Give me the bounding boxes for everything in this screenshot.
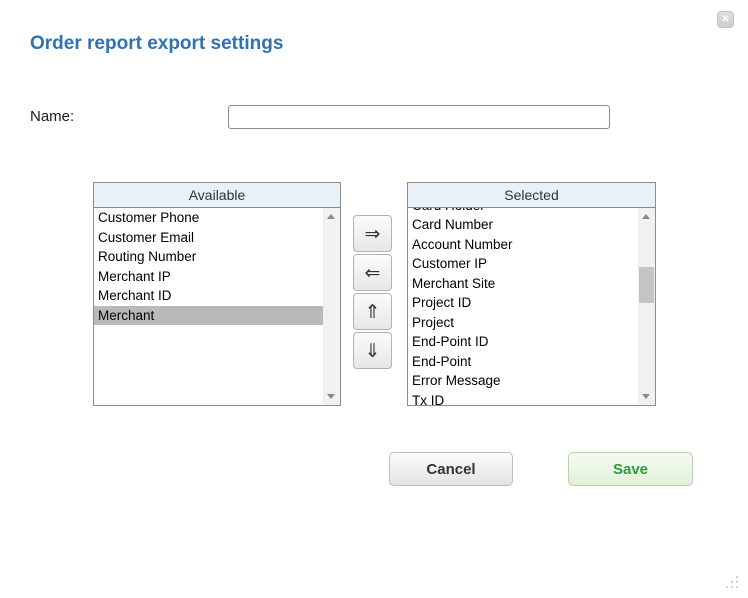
- transfer-buttons: ⇒ ⇐ ⇑ ⇓: [353, 215, 392, 369]
- move-down-button[interactable]: ⇓: [353, 332, 392, 369]
- list-item[interactable]: Routing Number: [94, 247, 323, 267]
- list-item[interactable]: Project ID: [408, 293, 638, 313]
- save-button[interactable]: Save: [568, 452, 693, 486]
- selected-listbox: Selected Card HolderCard NumberAccount N…: [407, 182, 656, 406]
- list-item[interactable]: Merchant ID: [94, 286, 323, 306]
- vertical-scrollbar[interactable]: [323, 208, 340, 405]
- page-title: Order report export settings: [30, 33, 283, 55]
- scroll-down-icon[interactable]: [638, 389, 655, 405]
- order-report-export-dialog: ✕ Order report export settings Name: Ava…: [0, 0, 748, 598]
- list-item[interactable]: End-Point: [408, 352, 638, 372]
- move-up-button[interactable]: ⇑: [353, 293, 392, 330]
- list-item[interactable]: Merchant Site: [408, 274, 638, 294]
- available-listbox: Available Customer PhoneCustomer EmailRo…: [93, 182, 341, 406]
- name-label: Name:: [30, 108, 74, 125]
- selected-list[interactable]: Card HolderCard NumberAccount NumberCust…: [408, 208, 655, 405]
- cancel-button[interactable]: Cancel: [389, 452, 513, 486]
- list-item[interactable]: Card Number: [408, 215, 638, 235]
- scroll-up-icon[interactable]: [638, 208, 655, 224]
- move-left-button[interactable]: ⇐: [353, 254, 392, 291]
- resize-grip-icon[interactable]: [736, 586, 738, 588]
- list-item[interactable]: Tx ID: [408, 391, 638, 406]
- available-list[interactable]: Customer PhoneCustomer EmailRouting Numb…: [94, 208, 340, 405]
- list-item[interactable]: Customer Email: [94, 228, 323, 248]
- vertical-scrollbar[interactable]: [638, 208, 655, 405]
- scroll-up-icon[interactable]: [323, 208, 340, 224]
- name-input[interactable]: [228, 105, 610, 129]
- close-icon[interactable]: ✕: [717, 11, 734, 28]
- list-item[interactable]: Merchant: [94, 306, 323, 326]
- list-item[interactable]: Merchant IP: [94, 267, 323, 287]
- scrollbar-thumb[interactable]: [639, 267, 654, 303]
- list-item[interactable]: Account Number: [408, 235, 638, 255]
- list-item[interactable]: End-Point ID: [408, 332, 638, 352]
- list-item[interactable]: Error Message: [408, 371, 638, 391]
- list-item[interactable]: Customer Phone: [94, 208, 323, 228]
- move-right-button[interactable]: ⇒: [353, 215, 392, 252]
- available-header: Available: [94, 183, 340, 208]
- list-item[interactable]: Project: [408, 313, 638, 333]
- list-item[interactable]: Customer IP: [408, 254, 638, 274]
- selected-header: Selected: [408, 183, 655, 208]
- scroll-down-icon[interactable]: [323, 389, 340, 405]
- list-item[interactable]: Card Holder: [408, 208, 638, 215]
